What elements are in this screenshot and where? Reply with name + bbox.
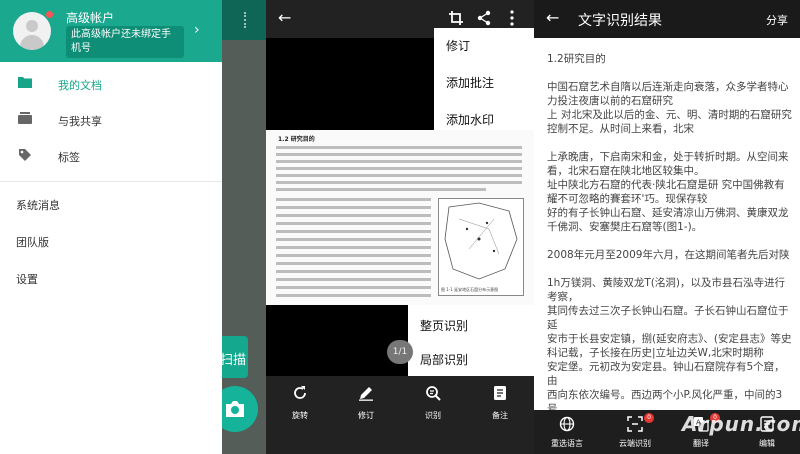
page-indicator: 1/1 xyxy=(387,340,413,364)
nav-label: 与我共享 xyxy=(58,115,102,128)
nav-label: 我的文档 xyxy=(58,79,102,92)
cloud-ocr-button[interactable]: 0 云端识别 xyxy=(604,413,666,449)
avatar[interactable] xyxy=(13,12,51,50)
menu-settings[interactable]: 设置 xyxy=(16,271,38,287)
rotate-label: 旋转 xyxy=(292,411,308,420)
menu-add-annotation[interactable]: 添加批注 xyxy=(446,74,494,91)
notification-dot xyxy=(46,11,53,18)
ocr-result-screen: ← 文字识别结果 分享 1.2研究目的 中国石窟艺术自隋以后连渐走向衰落，众多学… xyxy=(534,0,800,454)
globe-icon xyxy=(559,416,575,432)
menu-partial-ocr[interactable]: 局部识别 xyxy=(420,351,468,368)
note-button[interactable]: 备注 xyxy=(475,385,525,421)
nav-item-tags[interactable]: 标签 xyxy=(0,138,222,174)
edit-label: 编辑 xyxy=(759,439,775,448)
menu-revise[interactable]: 修订 xyxy=(446,37,470,54)
chevron-right-icon[interactable]: › xyxy=(194,22,200,38)
tag-icon xyxy=(19,149,31,161)
map-caption: 图 1-1 延安地区石窟分布示意图 xyxy=(441,287,499,292)
editor-bottom-bar: 旋转 修订 识别 备注 xyxy=(266,376,534,454)
document-heading: 1.2 研究目的 xyxy=(278,136,315,143)
bind-phone-notice[interactable]: 此高级帐户还未绑定手机号 xyxy=(66,26,184,58)
nav-item-my-docs[interactable]: 我的文档 xyxy=(0,66,222,102)
share-button[interactable]: 分享 xyxy=(766,12,788,28)
ocr-button[interactable]: 识别 xyxy=(408,385,458,421)
menu-add-watermark[interactable]: 添加水印 xyxy=(446,111,494,128)
rotate-icon xyxy=(294,386,306,399)
divider xyxy=(0,181,222,182)
crop-icon[interactable] xyxy=(448,10,464,26)
camera-icon xyxy=(226,401,244,417)
reselect-language-button[interactable]: 重选语言 xyxy=(536,416,598,449)
navigation-drawer: 高级帐户 此高级帐户还未绑定手机号 › 我的文档 与我共享 标签 系统消息 团队… xyxy=(0,0,222,454)
ocr-paragraph: 中国石窟艺术自隋以后连渐走向衰落，众多学者特心力投注夜唐以前的石窟研究 上 对北… xyxy=(547,81,792,135)
account-header[interactable]: 高级帐户 此高级帐户还未绑定手机号 › xyxy=(0,0,222,62)
shared-folder-icon xyxy=(18,112,32,124)
result-toolbar: ← 文字识别结果 分享 xyxy=(534,0,800,38)
nav-item-shared[interactable]: 与我共享 xyxy=(0,102,222,138)
document-page[interactable]: 1.2 研究目的 图 1-1 延安地区石窟分布示意图 xyxy=(266,130,534,305)
ocr-paragraph: 1.2研究目的 xyxy=(547,53,606,65)
menu-system-messages[interactable]: 系统消息 xyxy=(16,197,60,213)
translate-label: 翻译 xyxy=(693,439,709,448)
nav-label: 标签 xyxy=(58,151,80,164)
top-overflow-menu: 修订 添加批注 添加水印 xyxy=(434,28,534,130)
scan-label-text: 扫描 xyxy=(220,353,247,368)
ocr-paragraph: 2008年元月至2009年六月，在这期间笔者先后对陕 xyxy=(547,249,790,261)
pen-icon xyxy=(359,387,373,401)
note-label: 备注 xyxy=(492,411,508,420)
more-vert-icon[interactable] xyxy=(510,10,514,26)
back-arrow-icon[interactable]: ← xyxy=(278,8,291,27)
note-icon xyxy=(494,386,506,400)
recognize-menu: 整页识别 局部识别 xyxy=(408,305,534,376)
ocr-text[interactable]: 1.2研究目的 中国石窟艺术自隋以后连渐走向衰落，众多学者特心力投注夜唐以前的石… xyxy=(547,52,792,454)
ocr-paragraph: 上承晚唐，下启南宋和金，处于转折时期。从空间来看，北宋石窟在陕北地区较集中。 址… xyxy=(547,151,789,233)
back-arrow-icon[interactable]: ← xyxy=(546,8,559,27)
background-divider xyxy=(244,12,247,28)
account-name: 高级帐户 xyxy=(66,11,115,25)
folder-icon xyxy=(18,77,32,88)
cloud-ocr-label: 云端识别 xyxy=(619,439,651,448)
cloud-scan-icon xyxy=(627,416,643,432)
watermark-logo: Arpun.com xyxy=(682,412,800,436)
menu-team-edition[interactable]: 团队版 xyxy=(16,234,49,250)
rotate-button[interactable]: 旋转 xyxy=(275,385,325,421)
cloud-ocr-badge: 0 xyxy=(644,413,654,423)
revise-label: 修订 xyxy=(358,411,374,420)
page-title: 文字识别结果 xyxy=(578,13,662,29)
menu-full-page-ocr[interactable]: 整页识别 xyxy=(420,317,468,334)
drawer-screen: 扫描 高级帐户 此高级帐户还未绑定手机号 › 我的文档 与我共享 标签 系统消息… xyxy=(0,0,266,454)
share-icon[interactable] xyxy=(476,10,492,26)
ocr-icon xyxy=(426,386,441,401)
revise-button[interactable]: 修订 xyxy=(341,385,391,421)
ocr-label: 识别 xyxy=(425,411,441,420)
document-map-figure: 图 1-1 延安地区石窟分布示意图 xyxy=(438,198,524,296)
reselect-language-label: 重选语言 xyxy=(551,439,583,448)
map-outline-icon xyxy=(444,202,518,280)
editor-screen: ← 1.2 研究目的 图 1-1 延安地区石窟分布示意图 修订 添加批注 添加水… xyxy=(266,0,534,454)
